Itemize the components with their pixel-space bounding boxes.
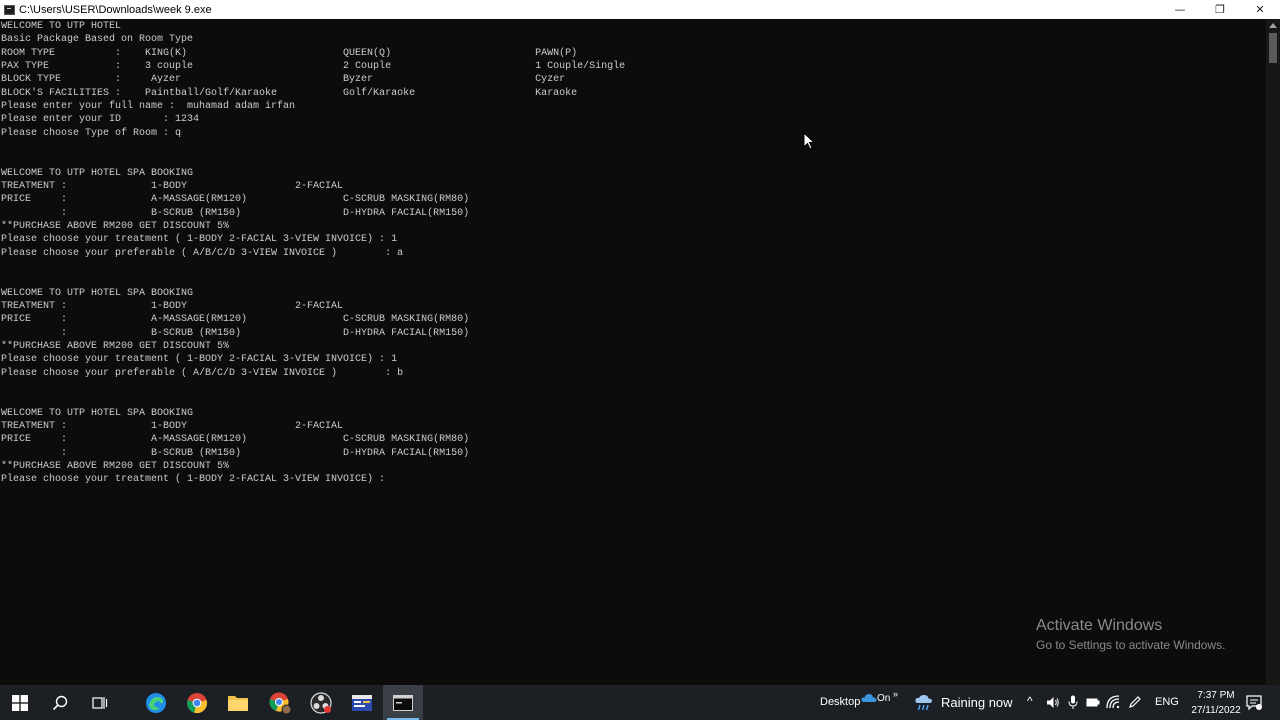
notification-center-icon[interactable] [1246,695,1262,710]
window-title: C:\Users\USER\Downloads\week 9.exe [19,3,212,16]
minimize-button[interactable]: — [1160,0,1200,19]
console-line: WELCOME TO UTP HOTEL SPA BOOKING [1,408,194,419]
chrome-icon [187,692,207,713]
console-line: Please choose your treatment ( 1-BODY 2-… [1,234,398,245]
activate-windows-watermark: Activate Windows Go to Settings to activ… [1036,616,1225,654]
chevron-double-right-icon[interactable]: » [893,689,898,699]
console-line: PRICE : A-MASSAGE(RM120) C-SCRUB MASKING… [1,194,470,205]
taskbar: Desktop On » Raining now ^ ENG 7:37 PM 2… [0,685,1280,720]
mouse-cursor-icon [803,132,816,150]
console-app-icon [393,694,413,711]
console-line: ROOM TYPE : KING(K) QUEEN(Q) PAWN(P) [1,48,578,59]
taskbar-dev-cpp[interactable] [342,685,382,720]
wifi-icon[interactable] [1106,695,1120,709]
task-view-icon [92,696,108,709]
weather-label[interactable]: Raining now [941,695,1013,710]
console-line: **PURCHASE ABOVE RM200 GET DISCOUNT 5% [1,341,230,352]
restore-button[interactable]: ❐ [1200,0,1240,19]
window-controls: — ❐ ✕ [1160,0,1280,19]
watermark-subtitle: Go to Settings to activate Windows. [1036,638,1226,652]
clock-date: 27/11/2022 [1191,705,1241,716]
edge-icon [146,692,166,713]
console-line: **PURCHASE ABOVE RM200 GET DISCOUNT 5% [1,461,230,472]
console-line: TREATMENT : 1-BODY 2-FACIAL [1,181,344,192]
taskbar-console-app[interactable] [383,685,423,720]
scrollbar-thumb[interactable] [1269,33,1277,63]
console-line: Please choose your treatment ( 1-BODY 2-… [1,474,386,485]
console-line: PRICE : A-MASSAGE(RM120) C-SCRUB MASKING… [1,314,470,325]
console-line: BLOCK TYPE : Ayzer Byzer Cyzer [1,74,566,85]
clock-time: 7:37 PM [1197,690,1235,701]
close-button[interactable]: ✕ [1240,0,1280,19]
console-app-icon [4,4,15,15]
start-button[interactable] [0,685,40,720]
task-view-button[interactable] [80,685,120,720]
onedrive-cloud-icon[interactable] [861,693,877,703]
console-line: Please choose your treatment ( 1-BODY 2-… [1,354,398,365]
chevron-up-icon[interactable]: ^ [1027,694,1033,708]
console-line: : B-SCRUB (RM150) D-HYDRA FACIAL(RM150) [1,448,470,459]
console-line: Basic Package Based on Room Type [1,34,194,45]
console-line: WELCOME TO UTP HOTEL SPA BOOKING [1,288,194,299]
taskbar-file-explorer[interactable] [218,685,258,720]
console-line: : B-SCRUB (RM150) D-HYDRA FACIAL(RM150) [1,328,470,339]
console-line: TREATMENT : 1-BODY 2-FACIAL [1,421,344,432]
console-line: TREATMENT : 1-BODY 2-FACIAL [1,301,344,312]
microphone-icon[interactable] [1068,695,1078,710]
console-line: **PURCHASE ABOVE RM200 GET DISCOUNT 5% [1,221,230,232]
console-line: PAX TYPE : 3 couple 2 Couple 1 Couple/Si… [1,61,626,72]
taskbar-chrome-profile[interactable] [260,685,300,720]
console-line: Please enter your ID : 1234 [1,114,200,125]
console-output[interactable]: WELCOME TO UTP HOTEL Basic Package Based … [0,19,1266,685]
console-line: PRICE : A-MASSAGE(RM120) C-SCRUB MASKING… [1,434,470,445]
watermark-title: Activate Windows [1036,617,1163,634]
taskbar-obs[interactable] [301,685,341,720]
pen-icon[interactable] [1128,695,1142,709]
taskbar-edge[interactable] [136,685,176,720]
windows-start-icon [12,694,28,711]
rain-weather-icon[interactable] [914,694,934,712]
vertical-scrollbar[interactable] [1266,19,1280,685]
console-line: Please enter your full name : muhamad ad… [1,101,296,112]
console-line: BLOCK'S FACILITIES : Paintball/Golf/Kara… [1,88,578,99]
onedrive-status-label: On [877,693,891,704]
language-indicator[interactable]: ENG [1155,696,1179,708]
console-line: WELCOME TO UTP HOTEL SPA BOOKING [1,168,194,179]
taskbar-chrome[interactable] [177,685,217,720]
search-icon [52,695,68,710]
desktop-toolbar-label[interactable]: Desktop [820,696,860,708]
console-line: Please choose your preferable ( A/B/C/D … [1,248,404,259]
search-button[interactable] [40,685,80,720]
dev-cpp-icon [352,694,372,711]
console-line: Please choose your preferable ( A/B/C/D … [1,368,404,379]
console-line: : B-SCRUB (RM150) D-HYDRA FACIAL(RM150) [1,208,470,219]
obs-icon [310,691,332,714]
volume-icon[interactable] [1046,696,1060,709]
console-line: Please choose Type of Room : q [1,128,182,139]
window-titlebar[interactable]: C:\Users\USER\Downloads\week 9.exe — ❐ ✕ [0,0,1280,19]
battery-icon[interactable] [1086,697,1100,708]
file-explorer-icon [228,695,248,711]
scroll-up-arrow-icon[interactable] [1269,23,1277,28]
console-line: WELCOME TO UTP HOTEL [1,21,122,32]
chrome-profile-icon [269,692,292,714]
system-clock[interactable]: 7:37 PM 27/11/2022 [1186,688,1246,718]
